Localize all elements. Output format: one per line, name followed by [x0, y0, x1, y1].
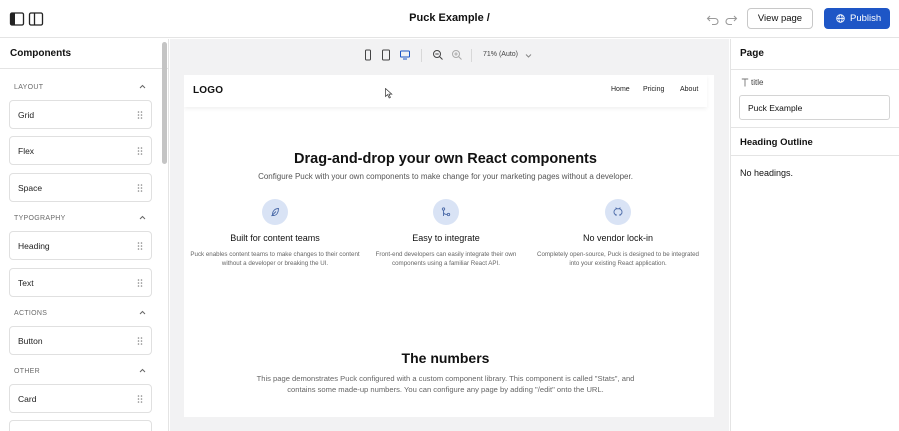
drag-handle-icon[interactable]: [137, 394, 143, 404]
canvas-area: 71% (Auto) LOGO Home Pricing About Drag-…: [170, 39, 729, 431]
mobile-viewport-icon[interactable]: [362, 49, 374, 61]
drag-handle-icon[interactable]: [137, 241, 143, 251]
feature-title: Built for content teams: [230, 233, 320, 243]
component-heading[interactable]: Heading: [9, 231, 152, 260]
component-label: Space: [18, 183, 43, 193]
site-logo[interactable]: LOGO: [193, 85, 223, 96]
hero-subheading: Configure Puck with your own components …: [258, 172, 633, 181]
feature-title: Easy to integrate: [412, 233, 480, 243]
category-other[interactable]: OTHER: [14, 368, 40, 375]
components-sidebar: Components LAYOUT Grid Flex Space TYPOGR…: [0, 39, 169, 431]
category-actions[interactable]: ACTIONS: [14, 310, 47, 317]
numbers-heading: The numbers: [401, 350, 490, 366]
zoom-in-icon[interactable]: [451, 49, 463, 61]
title-field-label: title: [751, 78, 764, 87]
preview-frame[interactable]: LOGO Home Pricing About Drag-and-drop yo…: [184, 75, 714, 417]
component-card[interactable]: Card: [9, 384, 152, 413]
fields-panel: Page title Puck Example Heading Outline …: [730, 39, 899, 431]
component-grid[interactable]: Grid: [9, 100, 152, 129]
component-flex[interactable]: Flex: [9, 136, 152, 165]
drag-handle-icon[interactable]: [137, 183, 143, 193]
nav-home[interactable]: Home: [611, 86, 630, 93]
category-typography[interactable]: TYPOGRAPHY: [14, 215, 66, 222]
feature-title: No vendor lock-in: [582, 233, 654, 243]
component-label: Grid: [18, 110, 35, 120]
undo-icon[interactable]: [706, 12, 720, 26]
title-input[interactable]: Puck Example: [739, 95, 890, 120]
chevron-up-icon[interactable]: [139, 310, 146, 315]
component-button[interactable]: Button: [9, 326, 152, 355]
mouse-cursor-icon: [385, 88, 393, 99]
drag-handle-icon[interactable]: [137, 336, 143, 346]
component-label: Card: [18, 394, 37, 404]
drag-handle-icon[interactable]: [137, 110, 143, 120]
drag-handle-icon[interactable]: [137, 278, 143, 288]
category-layout[interactable]: LAYOUT: [14, 84, 43, 91]
components-heading: Components: [0, 39, 168, 69]
toolbar-divider: [471, 49, 472, 62]
top-bar: Puck Example / View page Publish: [0, 0, 899, 38]
text-field-icon: [741, 78, 749, 87]
zoom-select[interactable]: 71% (Auto): [483, 51, 518, 58]
divider: [731, 155, 899, 156]
no-headings-text: No headings.: [740, 168, 794, 178]
site-header: LOGO Home Pricing About: [184, 75, 707, 107]
feature-description: Puck enables content teams to make chang…: [190, 251, 360, 267]
view-page-button[interactable]: View page: [747, 8, 813, 29]
zoom-out-icon[interactable]: [432, 49, 444, 61]
nav-pricing[interactable]: Pricing: [643, 86, 664, 93]
page-panel-heading: Page: [740, 48, 764, 59]
feature-icon-circle: [262, 199, 288, 225]
globe-icon: [836, 14, 845, 23]
feature-description: Front-end developers can easily integrat…: [375, 251, 517, 267]
feature-icon-circle: [605, 199, 631, 225]
chevron-up-icon[interactable]: [139, 215, 146, 220]
feature-icon-circle: [433, 199, 459, 225]
publish-label: Publish: [850, 13, 882, 24]
github-icon: [613, 207, 623, 216]
component-label: Flex: [18, 146, 35, 156]
component-partial[interactable]: [9, 420, 152, 431]
drag-handle-icon[interactable]: [137, 146, 143, 156]
component-text[interactable]: Text: [9, 268, 152, 297]
divider: [731, 69, 899, 70]
toolbar-divider: [421, 49, 422, 62]
nav-about[interactable]: About: [680, 86, 698, 93]
chevron-up-icon[interactable]: [139, 368, 146, 373]
component-space[interactable]: Space: [9, 173, 152, 202]
feather-icon: [271, 208, 279, 217]
chevron-up-icon[interactable]: [139, 84, 146, 89]
numbers-text: This page demonstrates Puck configured w…: [256, 374, 635, 394]
git-merge-icon: [441, 207, 451, 217]
feature-description: Completely open-source, Puck is designed…: [536, 251, 699, 267]
sidebar-scrollbar[interactable]: [162, 42, 167, 164]
hero-heading: Drag-and-drop your own React components: [294, 151, 597, 167]
divider: [731, 127, 899, 128]
component-label: Heading: [18, 241, 50, 251]
redo-icon[interactable]: [724, 12, 738, 26]
tablet-viewport-icon[interactable]: [380, 49, 392, 61]
component-label: Button: [18, 336, 43, 346]
publish-button[interactable]: Publish: [824, 8, 890, 29]
component-label: Text: [18, 278, 34, 288]
desktop-viewport-icon[interactable]: [399, 49, 411, 61]
chevron-down-icon[interactable]: [525, 53, 532, 58]
heading-outline-title: Heading Outline: [740, 137, 813, 148]
